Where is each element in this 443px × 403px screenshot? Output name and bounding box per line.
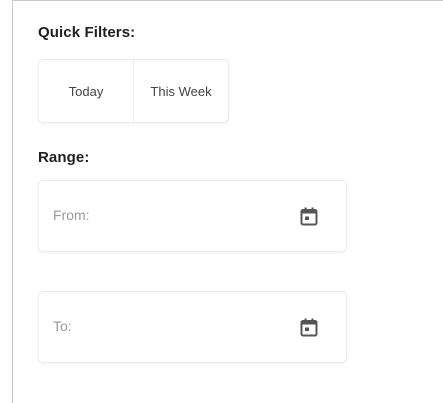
quick-filter-group: Today This Week (38, 59, 229, 123)
this-week-button[interactable]: This Week (134, 60, 228, 122)
to-placeholder: To: (53, 318, 72, 334)
today-button[interactable]: Today (39, 60, 134, 122)
range-title: Range: (38, 149, 90, 166)
from-date-field[interactable]: From: (38, 180, 347, 252)
quick-filters-title: Quick Filters: (38, 24, 136, 41)
calendar-icon[interactable] (300, 318, 318, 337)
to-date-field[interactable]: To: (38, 291, 347, 363)
from-placeholder: From: (53, 207, 90, 223)
calendar-icon[interactable] (300, 207, 318, 226)
filter-panel: Quick Filters: Today This Week Range: Fr… (12, 0, 443, 403)
